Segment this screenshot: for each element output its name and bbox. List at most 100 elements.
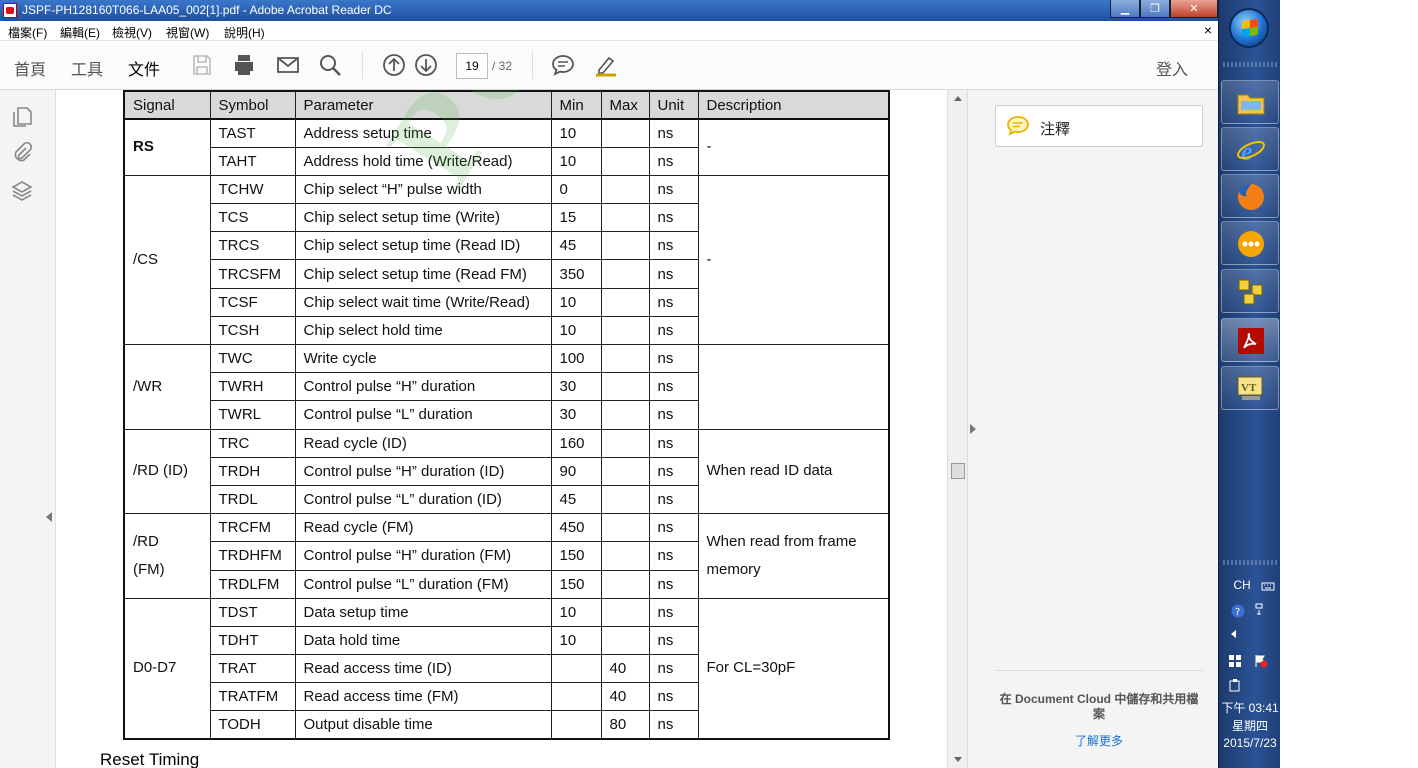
collapse-left-pane-arrow[interactable] xyxy=(46,512,52,522)
clock-date[interactable]: 2015/7/23 xyxy=(1219,736,1281,750)
document-scrollbar[interactable] xyxy=(947,90,967,768)
symbol-cell: TCHW xyxy=(209,174,296,205)
action-center-alert-icon[interactable] xyxy=(1254,654,1268,668)
unit-cell: ns xyxy=(648,513,699,543)
min-cell: 100 xyxy=(550,343,602,374)
description-cell: When read from frame memory xyxy=(697,513,890,599)
email-icon[interactable] xyxy=(276,53,300,77)
close-button[interactable]: ✕ xyxy=(1170,0,1218,18)
table-row: /WR TWC Write cycle 100 ns xyxy=(123,343,890,430)
menu-edit[interactable]: 編輯(E) xyxy=(60,24,100,41)
min-cell: 0 xyxy=(550,174,602,205)
min-cell: 10 xyxy=(550,146,602,176)
menu-window[interactable]: 視窗(W) xyxy=(166,24,209,41)
close-document-icon[interactable]: × xyxy=(1204,22,1212,38)
taskbar-app-acrobat[interactable] xyxy=(1221,318,1279,362)
column-header: Parameter xyxy=(294,90,552,120)
clipboard-icon[interactable] xyxy=(1228,678,1242,692)
unit-cell: ns xyxy=(648,541,699,571)
min-cell: 10 xyxy=(550,625,602,656)
layers-icon[interactable] xyxy=(11,180,33,202)
scroll-thumb[interactable] xyxy=(951,463,965,479)
right-tools-pane: 注釋 在 Document Cloud 中儲存和共用檔案 了解更多 xyxy=(967,90,1218,768)
scroll-down-arrow[interactable] xyxy=(954,757,962,762)
tab-home[interactable]: 首頁 xyxy=(14,56,46,80)
symbol-cell: TRCS xyxy=(209,231,296,261)
signal-cell: RS xyxy=(123,118,211,176)
page-number-input[interactable]: 19 xyxy=(456,53,488,79)
scroll-up-arrow[interactable] xyxy=(954,96,962,101)
comment-bubble-icon xyxy=(1007,116,1029,136)
show-hidden-icons-arrow[interactable] xyxy=(1231,630,1236,638)
minimize-button[interactable]: ▁ xyxy=(1110,0,1140,18)
max-cell xyxy=(600,484,650,515)
taskbar-app-explorer[interactable] xyxy=(1221,80,1279,124)
menu-view[interactable]: 檢視(V) xyxy=(112,24,152,41)
collapse-right-pane-arrow[interactable] xyxy=(970,424,976,434)
highlight-pen-icon[interactable] xyxy=(594,53,618,77)
max-cell xyxy=(600,625,650,656)
parameter-cell: Chip select “H” pulse width xyxy=(294,174,552,205)
symbol-cell: TRCFM xyxy=(209,513,296,543)
maximize-button[interactable]: ❐ xyxy=(1140,0,1170,18)
parameter-cell: Read cycle (ID) xyxy=(294,428,552,458)
taskbar-app-firefox[interactable] xyxy=(1221,174,1279,218)
learn-more-link[interactable]: 了解更多 xyxy=(995,732,1203,749)
comment-tool-label: 注釋 xyxy=(1040,121,1071,138)
symbol-cell: TCSF xyxy=(209,287,296,317)
min-cell: 30 xyxy=(550,400,602,430)
unit-cell: ns xyxy=(648,484,699,515)
toolbar-divider xyxy=(362,51,363,79)
min-cell: 160 xyxy=(550,428,602,458)
max-cell xyxy=(600,259,650,289)
clock-weekday[interactable]: 星期四 xyxy=(1219,717,1281,734)
parameter-cell: Data setup time xyxy=(294,597,552,627)
menu-help[interactable]: 說明(H) xyxy=(224,24,265,41)
symbol-cell: TRDH xyxy=(209,456,296,486)
symbol-cell: TRDHFM xyxy=(209,541,296,571)
network-toggle-icon[interactable] xyxy=(1253,602,1267,616)
menu-file[interactable]: 檔案(F) xyxy=(8,24,47,41)
unit-cell: ns xyxy=(648,174,699,205)
min-cell: 90 xyxy=(550,456,602,486)
taskbar-app-grid[interactable] xyxy=(1221,269,1279,313)
comment-tool-button[interactable]: 注釋 xyxy=(995,105,1203,147)
search-icon[interactable] xyxy=(318,53,342,77)
tab-document[interactable]: 文件 xyxy=(125,56,163,95)
next-page-icon[interactable] xyxy=(414,53,438,77)
max-cell xyxy=(600,315,650,346)
parameter-cell: Output disable time xyxy=(294,710,552,740)
signal-cell: /WR xyxy=(123,344,211,430)
keyboard-icon[interactable] xyxy=(1261,579,1275,593)
start-button[interactable] xyxy=(1229,8,1269,48)
taskbar-app-orange[interactable] xyxy=(1221,221,1279,265)
sign-in-link[interactable]: 登入 xyxy=(1156,56,1188,80)
symbol-cell: TRC xyxy=(209,428,296,458)
symbol-cell: TCSH xyxy=(209,315,296,346)
taskbar-app-vt[interactable]: VT xyxy=(1221,366,1279,410)
parameter-cell: Chip select setup time (Read ID) xyxy=(294,231,552,261)
comment-icon[interactable] xyxy=(551,53,575,77)
min-cell: 10 xyxy=(550,287,602,317)
taskbar-app-ie[interactable]: e xyxy=(1221,127,1279,171)
parameter-cell: Data hold time xyxy=(294,625,552,656)
taskbar-grip xyxy=(1223,62,1277,67)
tab-tools[interactable]: 工具 xyxy=(71,56,103,80)
attachments-icon[interactable] xyxy=(11,142,33,164)
save-icon[interactable] xyxy=(190,53,214,77)
symbol-cell: TWRL xyxy=(209,400,296,430)
page-thumbnails-icon[interactable] xyxy=(11,106,33,128)
description-cell: When read ID data xyxy=(697,428,890,515)
folder-icon xyxy=(1237,94,1265,115)
pane-divider xyxy=(995,670,1203,671)
clock-time[interactable]: 下午 03:41 xyxy=(1219,699,1281,716)
print-icon[interactable] xyxy=(232,53,256,77)
unit-cell: ns xyxy=(648,203,699,233)
max-cell xyxy=(600,513,650,543)
symbol-cell: TDHT xyxy=(209,625,296,656)
table-header-row: Signal Symbol Parameter Min Max Unit Des… xyxy=(123,90,890,120)
windows-flag-icon[interactable] xyxy=(1228,654,1242,668)
help-icon[interactable]: ? xyxy=(1231,604,1245,618)
table-body: RS TAST Address setup time 10 ns - TAHT Address… xyxy=(123,118,890,740)
previous-page-icon[interactable] xyxy=(382,53,406,77)
